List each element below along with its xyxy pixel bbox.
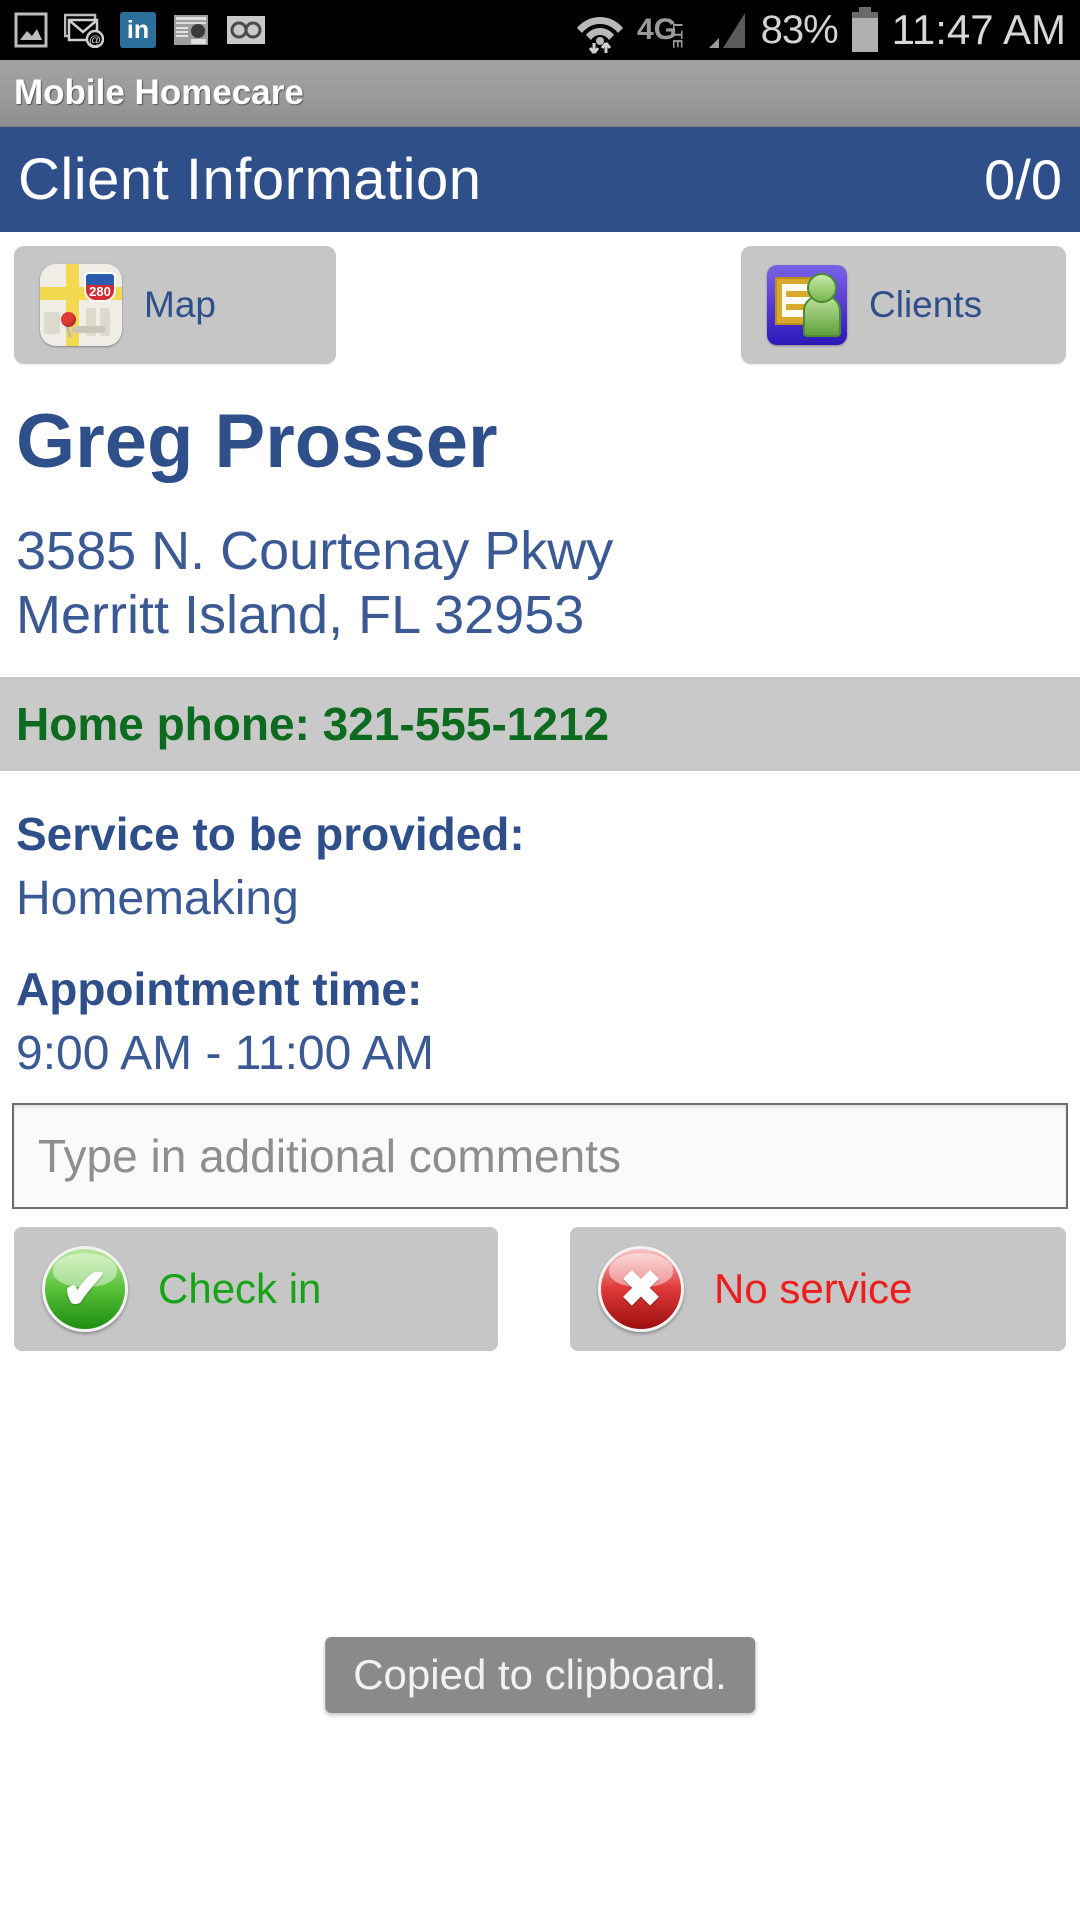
client-address-line1: 3585 N. Courtenay Pkwy [16, 520, 614, 581]
page-title: Client Information [18, 147, 482, 212]
battery-percent-label: 83% [760, 7, 839, 52]
appointment-field: Appointment time: 9:00 AM - 11:00 AM [0, 930, 1080, 1085]
check-in-label: Check in [158, 1265, 322, 1313]
nav-button-row: 280 Map Clients [0, 232, 1080, 364]
phone-screen: @ in 4G LTE 83% 11:47 AM Mobile Homecare… [0, 0, 1080, 1920]
appointment-value: 9:00 AM - 11:00 AM [16, 1027, 435, 1080]
client-phone-row[interactable]: Home phone: 321-555-1212 [0, 677, 1080, 772]
check-glyph: ✔ [61, 1257, 109, 1321]
status-bar-clock: 11:47 AM [891, 6, 1066, 53]
clients-button[interactable]: Clients [741, 246, 1066, 364]
page-header: Client Information 0/0 [0, 127, 1080, 232]
app-title: Mobile Homecare [14, 73, 304, 112]
voicemail-icon [227, 16, 265, 44]
client-address-line2: Merritt Island, FL 32953 [16, 584, 585, 645]
x-circle-icon: ✖ [598, 1246, 684, 1333]
linkedin-icon: in [120, 12, 156, 48]
service-value: Homemaking [16, 871, 299, 925]
client-phone-label: Home phone: 321-555-1212 [16, 698, 610, 751]
status-bar-notification-icons: @ in [14, 12, 266, 48]
check-circle-icon: ✔ [42, 1246, 128, 1333]
clients-icon [767, 265, 847, 345]
client-counter: 0/0 [984, 148, 1062, 211]
service-field: Service to be provided: Homemaking [0, 771, 1080, 930]
toast-message: Copied to clipboard. [325, 1637, 755, 1713]
signal-bars-icon [708, 13, 745, 48]
network-4glte-icon: 4G LTE [637, 13, 686, 48]
status-bar-system-icons: 4G LTE 83% 11:47 AM [573, 3, 1066, 57]
email-icon: @ [64, 13, 104, 48]
svg-text:@: @ [89, 33, 101, 47]
svg-text:LTE: LTE [670, 23, 686, 48]
action-button-row: ✔ Check in ✖ No service [0, 1227, 1080, 1363]
comments-field-wrapper [0, 1085, 1080, 1210]
no-service-label: No service [714, 1265, 913, 1313]
service-label: Service to be provided: [16, 808, 525, 861]
no-service-button[interactable]: ✖ No service [570, 1227, 1066, 1352]
client-name: Greg Prosser [16, 399, 498, 484]
comments-input[interactable] [12, 1103, 1068, 1210]
x-glyph: ✖ [620, 1261, 662, 1318]
battery-icon [851, 7, 878, 52]
status-bar: @ in 4G LTE 83% 11:47 AM [0, 0, 1080, 60]
check-in-button[interactable]: ✔ Check in [14, 1227, 498, 1352]
clients-button-label: Clients [869, 284, 983, 325]
map-button-label: Map [144, 284, 216, 325]
highway-shield-number: 280 [89, 284, 111, 299]
wifi-icon [576, 17, 623, 54]
map-button[interactable]: 280 Map [14, 246, 336, 364]
appointment-label: Appointment time: [16, 963, 423, 1016]
app-title-bar: Mobile Homecare [0, 60, 1080, 127]
map-icon: 280 [40, 264, 122, 346]
screenshot-icon [14, 12, 48, 48]
news-icon [174, 15, 208, 45]
